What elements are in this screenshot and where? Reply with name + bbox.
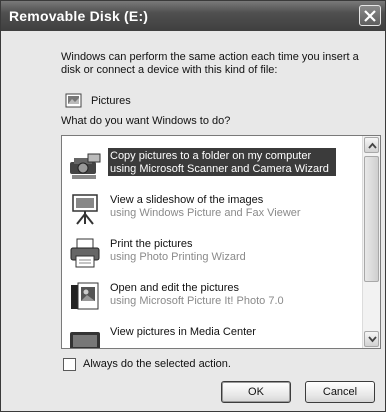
list-item-print[interactable]: Print the pictures using Photo Printing … [62,232,362,276]
list-item-slideshow[interactable]: View a slideshow of the images using Win… [62,188,362,232]
ok-button[interactable]: OK [221,381,291,403]
media-center-icon [70,332,100,348]
list-item-media-center[interactable]: View pictures in Media Center [62,320,362,348]
dialog-content: Windows can perform the same action each… [1,31,385,411]
cancel-button[interactable]: Cancel [305,381,375,403]
intro-text: Windows can perform the same action each… [61,51,359,76]
list-scrollbar[interactable] [362,136,380,348]
scroll-thumb[interactable] [364,156,379,282]
camera-icon [70,153,101,179]
action-title: View a slideshow of the images [110,194,264,206]
list-item-copy-pictures[interactable]: Copy pictures to a folder on my computer… [62,144,362,188]
close-icon [364,10,376,22]
chevron-up-icon [368,142,377,149]
action-subtitle: using Photo Printing Wizard [110,251,246,263]
slideshow-icon [72,194,98,225]
action-subtitle: using Windows Picture and Fax Viewer [110,207,301,219]
action-subtitle: using Microsoft Scanner and Camera Wizar… [110,163,329,175]
always-do-label[interactable]: Always do the selected action. [83,358,231,370]
chevron-down-icon [368,336,377,343]
action-title: Print the pictures [110,238,193,250]
list-item-open-edit[interactable]: Open and edit the pictures using Microso… [62,276,362,320]
photo-editor-icon [71,282,99,310]
pictures-file-icon [65,93,82,108]
content-type-label: Pictures [91,95,131,107]
question-label: What do you want Windows to do? [61,115,231,127]
action-subtitle: using Microsoft Picture It! Photo 7.0 [110,295,284,307]
action-list[interactable]: Copy pictures to a folder on my computer… [61,135,381,349]
title-bar[interactable]: Removable Disk (E:) [1,1,385,31]
always-do-checkbox[interactable] [63,358,76,371]
close-button[interactable] [359,5,381,26]
action-title: Open and edit the pictures [110,282,240,294]
action-title: View pictures in Media Center [110,326,256,338]
scroll-up-button[interactable] [364,137,379,153]
action-title: Copy pictures to a folder on my computer [110,150,312,162]
autoplay-dialog: Removable Disk (E:) Windows can perform … [0,0,386,412]
window-title: Removable Disk (E:) [9,8,149,24]
scroll-down-button[interactable] [364,331,379,347]
printer-icon [70,238,100,268]
